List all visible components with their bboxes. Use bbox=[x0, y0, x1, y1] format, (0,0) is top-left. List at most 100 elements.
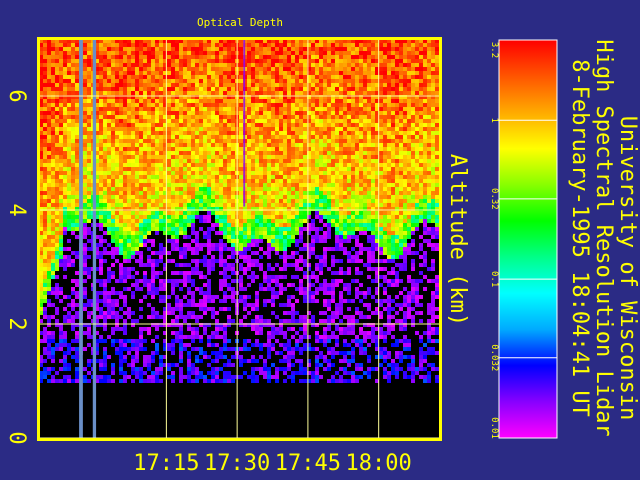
heatmap-cell bbox=[203, 195, 207, 199]
heatmap-cell bbox=[283, 343, 287, 347]
heatmap-cell bbox=[183, 275, 187, 279]
heatmap-cell bbox=[287, 179, 291, 183]
heatmap-cell bbox=[267, 103, 271, 107]
heatmap-cell bbox=[151, 47, 155, 51]
heatmap-cell bbox=[139, 259, 143, 263]
heatmap-cell bbox=[291, 303, 295, 307]
heatmap-cell bbox=[43, 159, 47, 163]
heatmap-cell bbox=[299, 47, 303, 51]
heatmap-cell bbox=[175, 79, 179, 83]
heatmap-cell bbox=[179, 99, 183, 103]
heatmap-cell bbox=[283, 211, 287, 215]
heatmap-cell bbox=[63, 47, 67, 51]
heatmap-cell bbox=[159, 131, 163, 135]
heatmap-cell bbox=[51, 175, 55, 179]
heatmap-cell bbox=[151, 243, 155, 247]
heatmap-cell bbox=[43, 91, 47, 95]
heatmap-cell bbox=[47, 159, 51, 163]
heatmap-cell bbox=[147, 167, 151, 171]
heatmap-cell bbox=[319, 91, 323, 95]
heatmap-cell bbox=[127, 235, 131, 239]
heatmap-cell bbox=[151, 135, 155, 139]
heatmap-cell bbox=[303, 227, 307, 231]
heatmap-cell bbox=[55, 163, 59, 167]
heatmap-cell bbox=[175, 119, 179, 123]
heatmap-cell bbox=[311, 139, 315, 143]
heatmap-cell bbox=[55, 123, 59, 127]
heatmap-cell bbox=[199, 119, 203, 123]
heatmap-cell bbox=[211, 111, 215, 115]
heatmap-cell bbox=[187, 91, 191, 95]
heatmap-cell bbox=[183, 251, 187, 255]
heatmap-cell bbox=[311, 87, 315, 91]
heatmap-cell bbox=[47, 191, 51, 195]
heatmap-cell bbox=[119, 107, 123, 111]
heatmap-cell bbox=[267, 79, 271, 83]
heatmap-cell bbox=[47, 167, 51, 171]
heatmap-cell bbox=[59, 155, 63, 159]
heatmap-cell bbox=[143, 359, 147, 363]
heatmap-cell bbox=[275, 167, 279, 171]
heatmap-cell bbox=[111, 139, 115, 143]
heatmap-cell bbox=[243, 299, 247, 303]
heatmap-cell bbox=[131, 67, 135, 71]
heatmap-cell bbox=[247, 91, 251, 95]
heatmap-cell bbox=[159, 363, 163, 367]
heatmap-cell bbox=[195, 187, 199, 191]
heatmap-cell bbox=[167, 91, 171, 95]
heatmap-cell bbox=[287, 191, 291, 195]
heatmap-cell bbox=[43, 255, 47, 259]
heatmap-cell bbox=[111, 363, 115, 367]
heatmap-cell bbox=[155, 63, 159, 67]
heatmap-cell bbox=[71, 107, 75, 111]
heatmap-cell bbox=[323, 71, 327, 75]
heatmap-cell bbox=[199, 115, 203, 119]
heatmap-cell bbox=[255, 83, 259, 87]
heatmap-cell bbox=[115, 43, 119, 47]
heatmap-cell bbox=[119, 167, 123, 171]
heatmap-cell bbox=[323, 123, 327, 127]
heatmap-cell bbox=[115, 223, 119, 227]
heatmap-cell bbox=[323, 155, 327, 159]
heatmap-cell bbox=[103, 287, 107, 291]
heatmap-cell bbox=[151, 175, 155, 179]
heatmap-cell bbox=[147, 283, 151, 287]
heatmap-cell bbox=[47, 339, 51, 343]
heatmap-cell bbox=[239, 99, 243, 103]
heatmap-cell bbox=[119, 127, 123, 131]
heatmap-cell bbox=[123, 123, 127, 127]
heatmap-cell bbox=[275, 215, 279, 219]
heatmap-cell bbox=[63, 171, 67, 175]
heatmap-cell bbox=[123, 319, 127, 323]
heatmap-cell bbox=[183, 63, 187, 67]
heatmap-cell bbox=[219, 355, 223, 359]
heatmap-cell bbox=[71, 215, 75, 219]
heatmap-cell bbox=[147, 291, 151, 295]
heatmap-cell bbox=[211, 199, 215, 203]
heatmap-cell bbox=[83, 111, 87, 115]
heatmap-cell bbox=[219, 155, 223, 159]
heatmap-cell bbox=[219, 259, 223, 263]
heatmap-cell bbox=[255, 375, 259, 379]
heatmap-cell bbox=[219, 351, 223, 355]
heatmap-cell bbox=[135, 71, 139, 75]
heatmap-cell bbox=[67, 247, 71, 251]
heatmap-cell bbox=[315, 187, 319, 191]
heatmap-cell bbox=[191, 119, 195, 123]
heatmap-cell bbox=[175, 203, 179, 207]
heatmap-cell bbox=[287, 203, 291, 207]
heatmap-cell bbox=[83, 295, 87, 299]
heatmap-cell bbox=[191, 271, 195, 275]
heatmap-cell bbox=[167, 279, 171, 283]
heatmap-cell bbox=[75, 183, 79, 187]
heatmap-cell bbox=[315, 203, 319, 207]
heatmap-cell bbox=[283, 71, 287, 75]
heatmap-cell bbox=[239, 119, 243, 123]
heatmap-cell bbox=[259, 287, 263, 291]
heatmap-cell bbox=[267, 131, 271, 135]
heatmap-cell bbox=[71, 59, 75, 63]
heatmap-cell bbox=[75, 159, 79, 163]
heatmap-cell bbox=[319, 191, 323, 195]
heatmap-cell bbox=[59, 259, 63, 263]
heatmap-cell bbox=[299, 147, 303, 151]
